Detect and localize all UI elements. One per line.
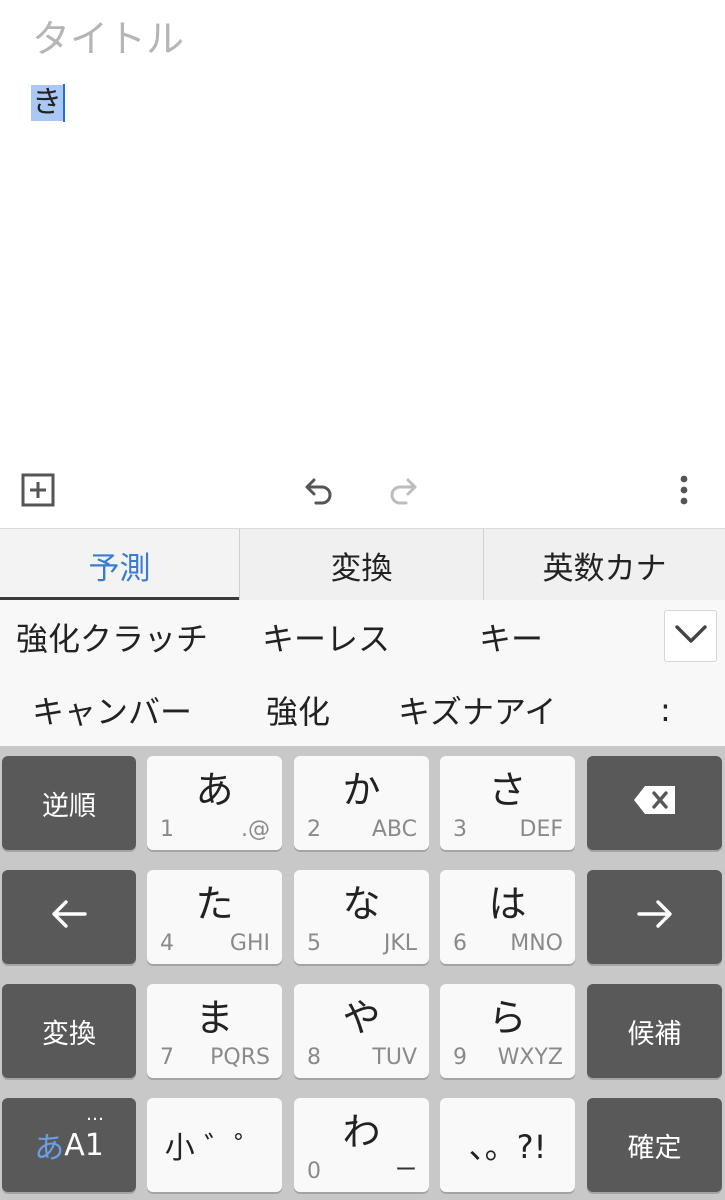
candidate-more[interactable]: : <box>660 673 671 746</box>
body-input[interactable]: き <box>31 84 65 122</box>
more-button[interactable] <box>660 468 708 516</box>
candidate-row: 強化クラッチ キーレス キー <box>0 600 725 673</box>
key-number: 3 <box>453 817 467 842</box>
key-alpha: JKL <box>383 931 417 956</box>
key-kana: ま <box>195 996 234 1040</box>
cursor-left-key[interactable] <box>2 870 136 964</box>
key-alpha: ー <box>394 1158 417 1183</box>
kana-key-ma[interactable]: ま 7 PQRS <box>147 984 282 1078</box>
kana-key-sa[interactable]: さ 3 DEF <box>440 756 575 850</box>
key-number: 0 <box>307 1159 321 1184</box>
tab-conversion[interactable]: 変換 <box>239 529 483 601</box>
kana-key-ta[interactable]: た 4 GHI <box>147 870 282 964</box>
mode-alnum-label: A1 <box>64 1127 104 1163</box>
tab-alnum-kana[interactable]: 英数カナ <box>483 529 725 601</box>
insert-button[interactable] <box>14 468 62 516</box>
candidates-key[interactable]: 候補 <box>587 984 722 1078</box>
candidate-item[interactable]: キー <box>479 600 543 673</box>
redo-icon <box>386 475 420 509</box>
backspace-key[interactable] <box>587 756 722 850</box>
key-alpha: PQRS <box>210 1045 270 1070</box>
undo-button[interactable] <box>295 468 343 516</box>
key-kana: た <box>195 882 234 926</box>
flick-keyboard: 逆順 あ 1 .@ か 2 ABC さ 3 DEF た 4 GHI な 5 JK… <box>0 746 725 1200</box>
key-number: 8 <box>307 1045 321 1070</box>
candidate-item[interactable]: 強化クラッチ <box>16 600 208 673</box>
key-alpha: ABC <box>371 817 417 842</box>
kana-key-ha[interactable]: は 6 MNO <box>440 870 575 964</box>
punctuation-key[interactable]: 、。?! <box>440 1098 575 1192</box>
note-editor[interactable]: タイトル き <box>0 0 725 460</box>
more-vertical-icon <box>679 474 689 510</box>
candidate-item[interactable]: キズナアイ <box>398 673 556 746</box>
key-alpha: MNO <box>510 931 563 956</box>
confirm-key-label: 確定 <box>627 1132 682 1164</box>
candidate-item[interactable]: キャンバー <box>32 673 192 746</box>
key-kana: か <box>342 768 381 812</box>
key-alpha: GHI <box>229 931 270 956</box>
undo-icon <box>302 475 336 509</box>
convert-key[interactable]: 変換 <box>2 984 136 1078</box>
confirm-key[interactable]: 確定 <box>587 1098 722 1192</box>
kana-key-wa[interactable]: わ 0 ー <box>294 1098 429 1192</box>
arrow-right-icon <box>636 899 673 936</box>
kana-key-ra[interactable]: ら 9 WXYZ <box>440 984 575 1078</box>
plus-square-icon <box>21 473 55 511</box>
reverse-key-label: 逆順 <box>42 790 96 822</box>
text-caret <box>63 84 65 122</box>
key-alpha: .@ <box>241 817 270 842</box>
kana-key-ya[interactable]: や 8 TUV <box>294 984 429 1078</box>
backspace-icon <box>633 785 677 822</box>
kana-key-a[interactable]: あ 1 .@ <box>147 756 282 850</box>
key-alpha: WXYZ <box>497 1045 563 1070</box>
editor-toolbar <box>0 460 725 528</box>
mode-kana-label: あ <box>34 1131 65 1166</box>
key-number: 6 <box>453 931 467 956</box>
kana-key-na[interactable]: な 5 JKL <box>294 870 429 964</box>
candidate-item[interactable]: キーレス <box>262 600 390 673</box>
candidate-row: キャンバー 強化 キズナアイ : <box>0 673 725 746</box>
key-number: 2 <box>307 817 321 842</box>
selected-text: き <box>31 85 63 121</box>
key-kana: や <box>342 996 381 1040</box>
redo-button[interactable] <box>379 468 427 516</box>
small-dakuten-label: 小 ゛゜ <box>164 1131 265 1166</box>
arrow-left-icon <box>51 899 87 936</box>
input-mode-key[interactable]: … あ A1 <box>2 1098 136 1192</box>
key-number: 5 <box>307 931 321 956</box>
key-kana: な <box>342 882 381 926</box>
key-kana: あ <box>195 768 234 812</box>
kana-key-ka[interactable]: か 2 ABC <box>294 756 429 850</box>
key-number: 1 <box>160 817 174 842</box>
key-alpha: TUV <box>372 1045 417 1070</box>
title-input[interactable]: タイトル <box>32 8 184 63</box>
key-kana: ら <box>488 996 527 1040</box>
punctuation-label: 、。?! <box>468 1128 547 1166</box>
candidate-list: 強化クラッチ キーレス キー キャンバー 強化 キズナアイ : <box>0 600 725 746</box>
chevron-down-icon <box>674 624 708 648</box>
cursor-right-key[interactable] <box>587 870 722 964</box>
key-number: 7 <box>160 1045 174 1070</box>
key-number: 9 <box>453 1045 467 1070</box>
key-kana: わ <box>342 1110 381 1154</box>
key-kana: は <box>488 882 527 926</box>
expand-candidates-button[interactable] <box>664 610 717 662</box>
reverse-key[interactable]: 逆順 <box>2 756 136 850</box>
candidate-tabs: 予測 変換 英数カナ <box>0 528 725 601</box>
candidates-key-label: 候補 <box>627 1018 682 1050</box>
key-kana: さ <box>488 768 527 812</box>
convert-key-label: 変換 <box>42 1018 96 1050</box>
key-alpha: DEF <box>519 817 564 842</box>
tab-prediction[interactable]: 予測 <box>0 529 239 601</box>
small-dakuten-key[interactable]: 小 ゛゜ <box>147 1098 282 1192</box>
key-number: 4 <box>160 931 174 956</box>
candidate-item[interactable]: 強化 <box>266 673 330 746</box>
